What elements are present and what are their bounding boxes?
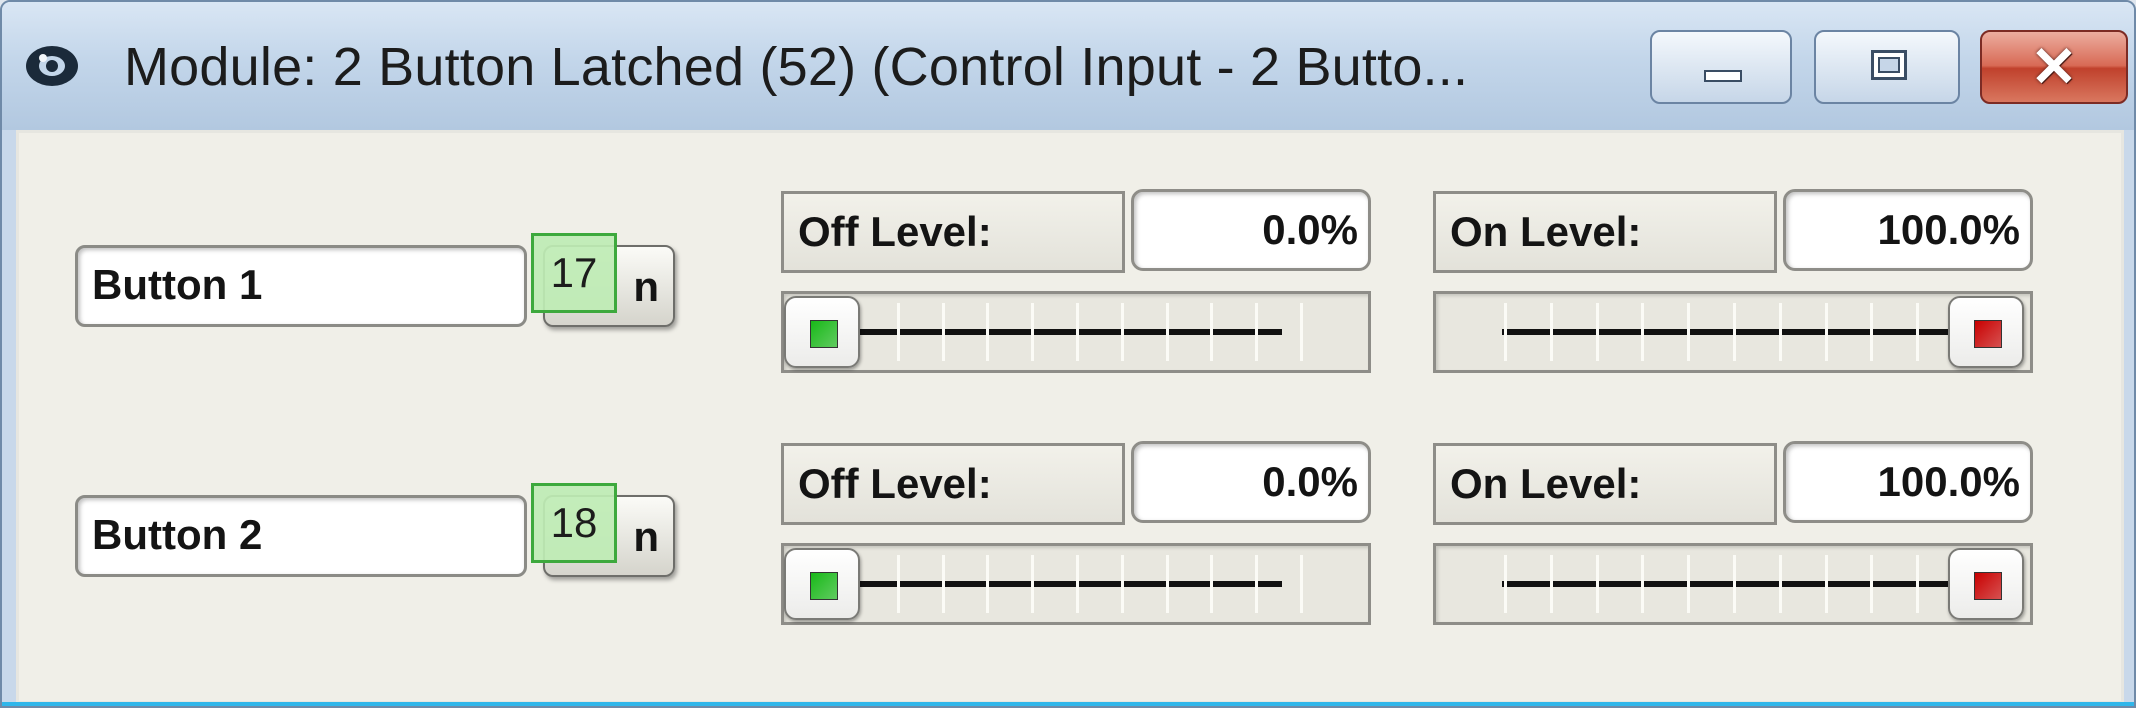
slider-tick — [1120, 303, 1124, 361]
slider-thumb[interactable] — [1948, 296, 2024, 368]
maximize-button[interactable] — [1814, 30, 1960, 104]
slider-tick — [1870, 555, 1874, 613]
slider-tick — [1031, 555, 1035, 613]
slider-tick — [1255, 555, 1259, 613]
button-1-number-badge: 17 — [531, 233, 617, 313]
slider-tick — [941, 303, 945, 361]
slider-tick — [1549, 555, 1553, 613]
slider-tick — [1210, 555, 1214, 613]
slider-tick — [1687, 555, 1691, 613]
maximize-icon — [1871, 50, 1907, 80]
slider-tick — [1076, 555, 1079, 613]
button-2-off-level-label: Off Level: — [781, 443, 1125, 525]
slider-track — [1502, 329, 1950, 335]
slider-tick — [986, 555, 990, 613]
slider-tick — [1641, 555, 1645, 613]
slider-tick — [1778, 555, 1782, 613]
slider-tick — [1778, 303, 1782, 361]
slider-tick — [1733, 303, 1736, 361]
button-2-on-level-slider[interactable] — [1433, 543, 2033, 625]
green-led-icon — [810, 320, 838, 348]
button-1-on-level-label: On Level: — [1433, 191, 1777, 273]
slider-tick — [986, 303, 990, 361]
button-2-on-level-label: On Level: — [1433, 443, 1777, 525]
close-icon: ✕ — [2030, 35, 2078, 98]
slider-tick — [1504, 303, 1507, 361]
slider-tick — [1165, 303, 1169, 361]
green-led-icon — [810, 572, 838, 600]
slider-tick — [896, 303, 900, 361]
window-title: Module: 2 Button Latched (52) (Control I… — [124, 37, 1469, 97]
slider-tick — [1916, 555, 1920, 613]
slider-track — [854, 581, 1282, 587]
slider-tick — [1641, 303, 1645, 361]
slider-tick — [1210, 303, 1214, 361]
window-bottom-edge — [2, 702, 2134, 706]
minimize-icon — [1704, 70, 1742, 82]
button-2-number-badge: 18 — [531, 483, 617, 563]
slider-tick — [1300, 303, 1303, 361]
button-1-off-level-slider[interactable] — [781, 291, 1371, 373]
slider-tick — [1733, 555, 1736, 613]
slider-tick — [1824, 555, 1828, 613]
slider-tick — [1076, 303, 1079, 361]
slider-tick — [1255, 303, 1259, 361]
slider-tick — [1687, 303, 1691, 361]
button-1-on-level-value[interactable]: 100.0% — [1783, 189, 2033, 271]
slider-tick — [1031, 303, 1035, 361]
slider-tick — [941, 555, 945, 613]
app-icon — [26, 46, 78, 86]
red-led-icon — [1974, 320, 2002, 348]
slider-thumb[interactable] — [1948, 548, 2024, 620]
button-2-name-field[interactable]: Button 2 — [75, 495, 527, 577]
slider-thumb[interactable] — [784, 296, 860, 368]
button-2-off-level-slider[interactable] — [781, 543, 1371, 625]
module-panel: Button 1 n 17 Off Level: 0.0% On Level: … — [16, 130, 2124, 704]
minimize-button[interactable] — [1650, 30, 1792, 104]
slider-track — [854, 329, 1282, 335]
slider-tick — [1165, 555, 1169, 613]
close-button[interactable]: ✕ — [1980, 30, 2128, 104]
slider-tick — [1916, 303, 1920, 361]
button-2-on-level-value[interactable]: 100.0% — [1783, 441, 2033, 523]
slider-tick — [1824, 303, 1828, 361]
module-window: Module: 2 Button Latched (52) (Control I… — [0, 0, 2136, 708]
slider-thumb[interactable] — [784, 548, 860, 620]
slider-track — [1502, 581, 1950, 587]
slider-tick — [1549, 303, 1553, 361]
button-1-off-level-label: Off Level: — [781, 191, 1125, 273]
button-1-on-level-slider[interactable] — [1433, 291, 2033, 373]
slider-tick — [1595, 555, 1599, 613]
slider-tick — [1595, 303, 1599, 361]
slider-tick — [1120, 555, 1124, 613]
slider-tick — [1870, 303, 1874, 361]
red-led-icon — [1974, 572, 2002, 600]
slider-tick — [1300, 555, 1303, 613]
slider-tick — [1504, 555, 1507, 613]
title-bar[interactable]: Module: 2 Button Latched (52) (Control I… — [2, 2, 2134, 130]
button-1-name-field[interactable]: Button 1 — [75, 245, 527, 327]
button-1-off-level-value[interactable]: 0.0% — [1131, 189, 1371, 271]
slider-tick — [896, 555, 900, 613]
button-2-off-level-value[interactable]: 0.0% — [1131, 441, 1371, 523]
